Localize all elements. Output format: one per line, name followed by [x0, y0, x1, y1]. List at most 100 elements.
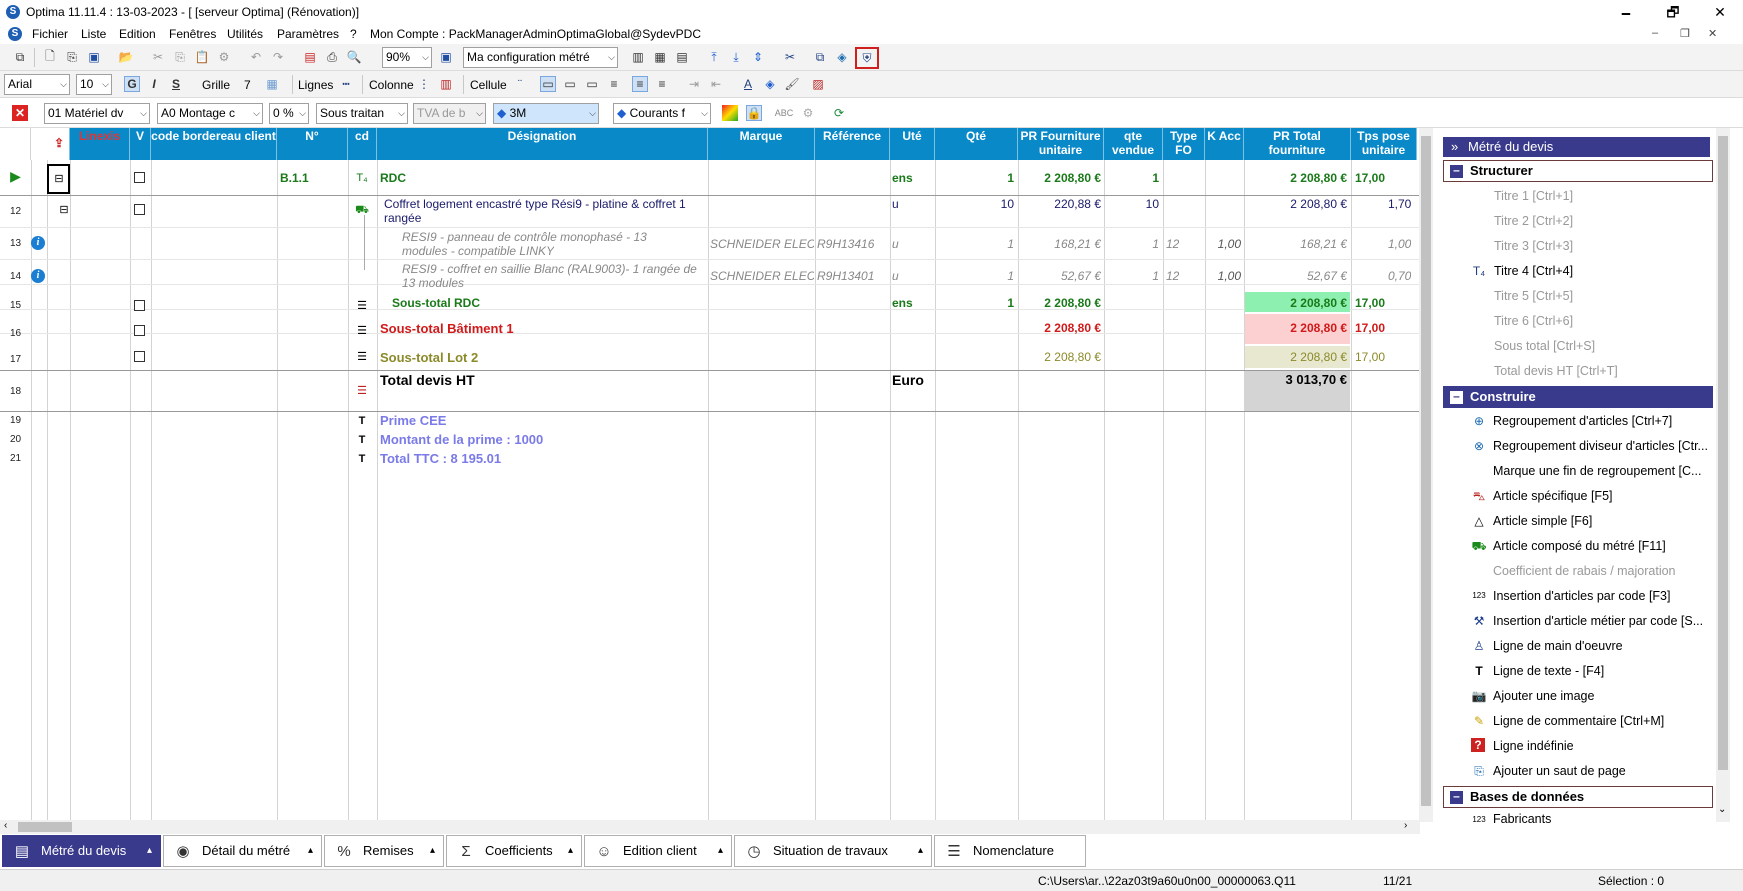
row-designation-cont[interactable]: modules - compatible LINKY — [402, 244, 554, 258]
column-style-icon[interactable]: ⋮ — [416, 76, 432, 92]
open-folder-icon[interactable]: 📂 — [118, 49, 134, 65]
col-cd[interactable]: cd — [348, 128, 377, 160]
col-code-bordereau[interactable]: code bordereau client — [151, 128, 277, 160]
courants-select[interactable]: ◆ Courants f ⌵ — [613, 103, 711, 124]
row-number[interactable]: 15 — [0, 300, 31, 311]
row-reference[interactable]: R9H13416 — [817, 237, 874, 251]
windows-icon[interactable]: ⧉ — [12, 49, 28, 65]
row-pr-unitaire[interactable]: 2 208,80 € — [1018, 171, 1101, 185]
col-numero[interactable]: N° — [277, 128, 348, 160]
menu-liste[interactable]: Liste — [81, 27, 106, 41]
cut-icon[interactable]: ✂ — [150, 49, 166, 65]
tab-metre-devis[interactable]: ▤ Métré du devis ▴ — [2, 835, 161, 867]
menu-mon-compte[interactable]: Mon Compte : PackManagerAdminOptimaGloba… — [370, 27, 701, 41]
row-pr-unitaire[interactable]: 52,67 € — [1018, 269, 1101, 283]
minimize-button[interactable]: 🗕 — [1603, 0, 1649, 24]
ligne-texte-item[interactable]: Ligne de texte - [F4] — [1493, 664, 1604, 678]
ligne-indefinie-item[interactable]: Ligne indéfinie — [1493, 739, 1574, 753]
validate-checkbox[interactable] — [134, 325, 145, 336]
row-type-fo[interactable]: 12 — [1166, 237, 1179, 251]
row-number[interactable]: 17 — [0, 354, 31, 365]
grid-horizontal-scrollbar[interactable]: ‹ › — [0, 820, 1420, 834]
pin-icon[interactable]: ▴ — [918, 836, 923, 866]
row-unite[interactable]: u — [892, 197, 899, 211]
mdi-minimize-icon[interactable]: – — [1652, 27, 1658, 39]
bold-button[interactable]: G — [124, 76, 140, 92]
menu-help[interactable]: ? — [350, 27, 357, 41]
grille-value[interactable]: 7 — [244, 78, 251, 92]
row-pr-unitaire[interactable]: 2 208,80 € — [1018, 321, 1101, 335]
main-oeuvre-item[interactable]: Ligne de main d'oeuvre — [1493, 639, 1623, 653]
move-top-icon[interactable]: ⤒ — [706, 49, 722, 65]
row-designation[interactable]: Coffret logement encastré type Rési9 - p… — [384, 197, 686, 211]
row-unite[interactable]: Euro — [892, 372, 924, 388]
row-tps-pose[interactable]: 0,70 — [1388, 269, 1411, 283]
row-number[interactable]: 20 — [0, 434, 31, 445]
move-bottom-icon[interactable]: ⤓ — [728, 49, 744, 65]
pin-icon[interactable]: ▴ — [568, 836, 573, 866]
zoom-select[interactable]: 90% ⌵ — [382, 47, 432, 68]
titre6-item[interactable]: Titre 6 [Ctrl+6] — [1494, 314, 1573, 328]
refresh-green-icon[interactable]: ⟳ — [831, 105, 847, 121]
align-left-icon[interactable]: ≡ — [606, 76, 622, 92]
database-icon[interactable]: ◈ — [834, 49, 850, 65]
tab-detail-metre[interactable]: ◉ Détail du métré ▴ — [163, 835, 322, 867]
col-reference[interactable]: Référence — [815, 128, 890, 160]
font-select[interactable]: Arial ⌵ — [4, 74, 70, 95]
mdi-restore-icon[interactable]: ❐ — [1680, 27, 1690, 40]
row-number[interactable]: 12 — [0, 206, 31, 217]
col-k-acc[interactable]: K Acc — [1205, 128, 1244, 160]
scroll-thumb[interactable] — [1421, 136, 1431, 806]
columns-icon[interactable]: ▥ — [630, 49, 646, 65]
row-number[interactable]: 16 — [0, 328, 31, 339]
save-config-icon[interactable]: ▣ — [438, 49, 454, 65]
indent-icon[interactable]: ⇥ — [686, 76, 702, 92]
row-designation[interactable]: Sous-total Lot 2 — [380, 350, 478, 365]
row-quantite[interactable]: 1 — [935, 269, 1014, 283]
col-pr-total-fourniture[interactable]: PR Total fourniture — [1244, 128, 1351, 160]
tools-icon[interactable]: ✂ — [782, 49, 798, 65]
tab-coefficients[interactable]: Σ Coefficients ▴ — [446, 835, 582, 867]
article-specifique-item[interactable]: Article spécifique [F5] — [1493, 489, 1613, 503]
row-designation[interactable]: Montant de la prime : 1000 — [380, 432, 543, 447]
regroupement-diviseur-item[interactable]: Regroupement diviseur d'articles [Ctr... — [1493, 439, 1708, 453]
collapse-icon[interactable]: ⊟ — [52, 172, 66, 186]
row-number[interactable]: 14 — [0, 271, 31, 282]
save-icon[interactable]: ▣ — [86, 49, 102, 65]
tab-nomenclature[interactable]: ☰ Nomenclature — [934, 835, 1086, 867]
duplicate-icon[interactable]: ⧉ — [812, 49, 828, 65]
format-painter-icon[interactable]: 🖌 — [784, 76, 800, 92]
row-unite[interactable]: ens — [892, 171, 913, 185]
row-pr-unitaire[interactable]: 2 208,80 € — [1018, 296, 1101, 310]
article-simple-item[interactable]: Article simple [F6] — [1493, 514, 1592, 528]
titre2-item[interactable]: Titre 2 [Ctrl+2] — [1494, 214, 1573, 228]
row-qte-vendue[interactable]: 1 — [1104, 269, 1159, 283]
clipboard-icon[interactable]: ⚙ — [216, 49, 232, 65]
scroll-left-icon[interactable]: ‹ — [4, 820, 7, 831]
menu-fenetres[interactable]: Fenêtres — [169, 27, 216, 41]
row-designation[interactable]: RESI9 - coffret en saillie Blanc (RAL900… — [402, 262, 697, 276]
align-right-icon[interactable]: ≡ — [654, 76, 670, 92]
col-v[interactable]: V — [130, 128, 151, 160]
row-designation[interactable]: Total TTC : 8 195.01 — [380, 451, 501, 466]
tab-edition-client[interactable]: ☺ Edition client ▴ — [584, 835, 732, 867]
pin-icon[interactable]: ▴ — [147, 836, 152, 866]
row-pr-total[interactable]: 2 208,80 € — [1244, 171, 1347, 185]
row-unite[interactable]: u — [892, 269, 899, 283]
col-linexis[interactable]: Linexis — [70, 128, 130, 160]
row-quantite[interactable]: 1 — [935, 171, 1014, 185]
sous-total-item[interactable]: Sous total [Ctrl+S] — [1494, 339, 1595, 353]
row-designation-cont[interactable]: rangée — [384, 211, 421, 225]
coefficient-rabais-item[interactable]: Coefficient de rabais / majoration — [1493, 564, 1676, 578]
tab-remises[interactable]: % Remises ▴ — [324, 835, 444, 867]
pin-icon[interactable]: ▴ — [430, 836, 435, 866]
col-type-fo[interactable]: Type FO — [1163, 128, 1205, 160]
section-construire[interactable]: – Construire — [1443, 386, 1713, 408]
titre3-item[interactable]: Titre 3 [Ctrl+3] — [1494, 239, 1573, 253]
pin-icon[interactable]: ▴ — [718, 836, 723, 866]
scroll-thumb[interactable] — [1718, 136, 1728, 770]
article-compose-item[interactable]: Article composé du métré [F11] — [1493, 539, 1666, 553]
row-pr-unitaire[interactable]: 2 208,80 € — [1018, 350, 1101, 364]
section-bases-donnees[interactable]: – Bases de données — [1443, 786, 1713, 808]
row-qte-vendue[interactable]: 10 — [1104, 197, 1159, 211]
